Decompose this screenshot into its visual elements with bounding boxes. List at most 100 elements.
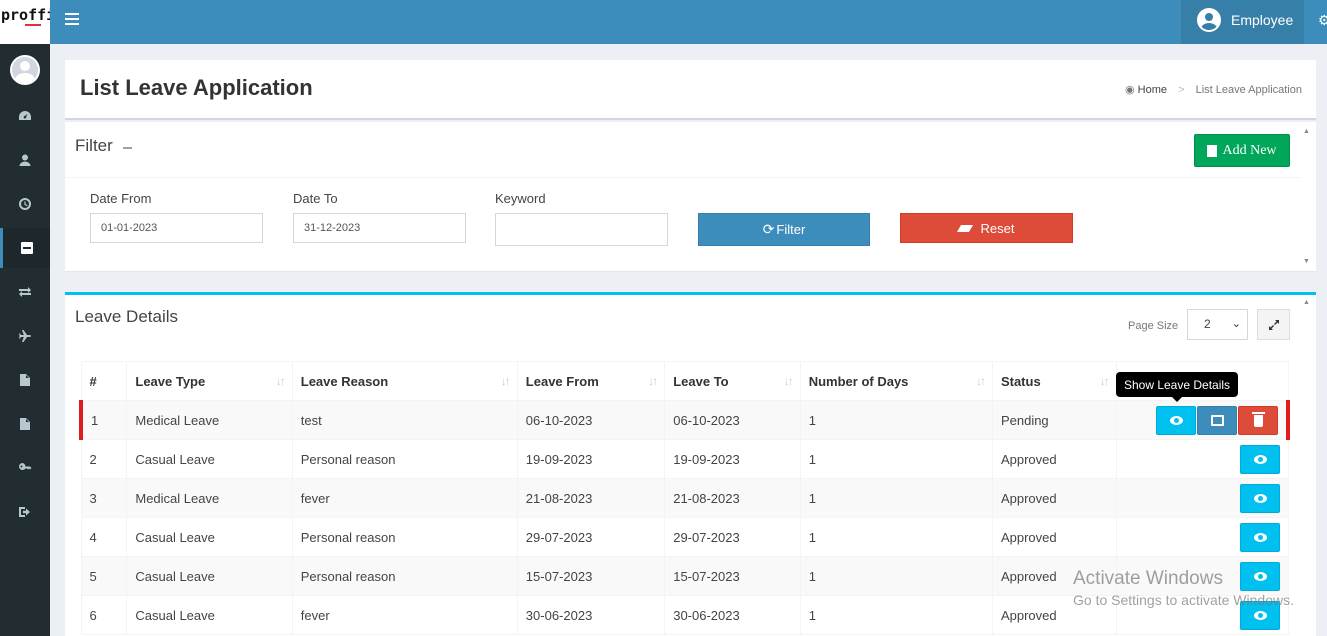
scroll-up-arrow-icon[interactable]: ▲: [1303, 128, 1313, 135]
cell-leave-reason: Personal reason: [291, 556, 518, 596]
column-header[interactable]: Leave From ↓↑: [516, 361, 666, 401]
cell-number-of-days: 1: [799, 595, 993, 635]
logo-accent: [25, 24, 41, 26]
keyword-input[interactable]: [495, 213, 668, 246]
cell-number-of-days: 1: [799, 556, 993, 596]
file-icon: [1207, 144, 1218, 157]
cell-leave-type: Casual Leave: [126, 517, 293, 557]
column-header[interactable]: Leave To ↓↑: [664, 361, 801, 401]
cell-status: Approved: [991, 439, 1117, 479]
cell-leave-reason: Personal reason: [291, 439, 518, 479]
cell-leave-type: Medical Leave: [126, 400, 293, 440]
sidebar: [0, 44, 50, 636]
edit-button[interactable]: [1197, 405, 1237, 435]
sort-icon: ↓↑: [1099, 374, 1110, 388]
gear-icon[interactable]: ⚙: [1318, 12, 1327, 29]
table-row: 5 Casual Leave Personal reason 15-07-202…: [80, 556, 1289, 596]
reset-button[interactable]: Reset: [900, 213, 1073, 243]
page-size-value: 2: [1204, 317, 1211, 331]
plane-icon: [19, 330, 31, 342]
sidebar-item-attendance[interactable]: [0, 184, 50, 224]
column-header[interactable]: #: [80, 361, 128, 401]
content-header: List Leave Application ◉ Home > List Lea…: [65, 60, 1316, 120]
view-details-button[interactable]: [1239, 483, 1280, 513]
table-row: 6 Casual Leave fever 30-06-2023 30-06-20…: [80, 595, 1289, 635]
cell-leave-from: 19-09-2023: [516, 439, 666, 479]
cell-leave-to: 30-06-2023: [664, 595, 801, 635]
page-size-label: Page Size: [1128, 320, 1179, 332]
user-avatar-icon: [1197, 8, 1221, 32]
cell-leave-from: 29-07-2023: [516, 517, 666, 557]
page-size-select[interactable]: 2 ⌄: [1187, 309, 1248, 340]
sidebar-item-transfer[interactable]: [0, 272, 50, 312]
eye-icon: [1253, 454, 1267, 464]
fullscreen-expand-button[interactable]: [1257, 309, 1290, 340]
sidebar-item-dashboard[interactable]: [0, 96, 50, 136]
cell-leave-to: 15-07-2023: [664, 556, 801, 596]
table-row: 2 Casual Leave Personal reason 19-09-202…: [80, 439, 1289, 479]
cell-number-of-days: 1: [799, 439, 993, 479]
scroll-up-arrow-icon[interactable]: ▲: [1303, 299, 1313, 306]
sidebar-item-logout[interactable]: [0, 492, 50, 532]
column-header[interactable]: Leave Reason ↓↑: [291, 361, 518, 401]
cell-leave-from: 21-08-2023: [516, 478, 666, 518]
cell-leave-reason: fever: [291, 595, 518, 635]
cell-leave-reason: fever: [291, 478, 518, 518]
breadcrumb-separator: >: [1178, 84, 1185, 96]
view-details-button[interactable]: [1239, 444, 1280, 474]
leave-details-title: Leave Details: [75, 307, 179, 326]
key-icon: [19, 463, 32, 470]
sidebar-item-documents[interactable]: [0, 360, 50, 400]
view-details-button[interactable]: [1156, 405, 1196, 435]
cell-actions: [1115, 556, 1289, 596]
cell-no: 1: [79, 400, 128, 440]
sidebar-item-leave[interactable]: [0, 228, 50, 268]
top-navbar: Employee ⚙: [50, 0, 1327, 44]
add-new-button[interactable]: Add New: [1194, 134, 1290, 167]
app-logo[interactable]: proffin: [0, 0, 50, 44]
scroll-down-arrow-icon[interactable]: ▼: [1303, 258, 1313, 265]
column-header[interactable]: Number of Days ↓↑: [799, 361, 993, 401]
add-new-label: Add New: [1222, 142, 1277, 158]
user-name: Employee: [1231, 12, 1294, 28]
eye-icon: [1170, 415, 1183, 425]
column-header[interactable]: Status ↓↑: [991, 361, 1117, 401]
view-details-button[interactable]: [1239, 561, 1280, 591]
view-details-button[interactable]: [1239, 522, 1280, 552]
breadcrumb-current: List Leave Application: [1195, 84, 1302, 96]
cell-leave-type: Medical Leave: [126, 478, 293, 518]
date-to-label: Date To: [293, 191, 338, 206]
sidebar-item-profile[interactable]: [0, 140, 50, 180]
eye-icon: [1253, 532, 1267, 542]
cell-leave-to: 29-07-2023: [664, 517, 801, 557]
cell-leave-type: Casual Leave: [126, 439, 293, 479]
eye-icon: [1253, 571, 1267, 581]
file-text-icon: [20, 418, 30, 430]
delete-button[interactable]: [1238, 405, 1278, 435]
eye-icon: [1253, 610, 1267, 620]
sidebar-item-reports[interactable]: [0, 404, 50, 444]
cell-no: 5: [80, 556, 128, 596]
filter-button[interactable]: ⟳ Filter: [698, 213, 870, 246]
table-row: 1 Medical Leave test 06-10-2023 06-10-20…: [79, 400, 1290, 440]
cell-no: 2: [80, 439, 128, 479]
sidebar-item-password[interactable]: [0, 448, 50, 488]
sidebar-item-travel[interactable]: [0, 316, 50, 356]
cell-status: Approved: [991, 595, 1117, 635]
date-from-input[interactable]: [90, 213, 263, 243]
cell-leave-to: 21-08-2023: [664, 478, 801, 518]
cell-leave-reason: test: [291, 400, 518, 440]
sort-icon: ↓↑: [648, 374, 658, 388]
view-details-button[interactable]: [1239, 600, 1280, 630]
user-menu[interactable]: Employee: [1181, 0, 1304, 44]
collapse-minus-icon[interactable]: [123, 147, 132, 149]
cell-status: Approved: [991, 517, 1117, 557]
column-header[interactable]: Leave Type ↓↑: [126, 361, 293, 401]
breadcrumb-home[interactable]: Home: [1138, 84, 1167, 96]
cell-number-of-days: 1: [799, 517, 993, 557]
date-to-input[interactable]: [293, 213, 466, 243]
cell-leave-to: 19-09-2023: [664, 439, 801, 479]
sidebar-toggle-icon[interactable]: [65, 13, 79, 25]
cell-number-of-days: 1: [799, 400, 993, 440]
cell-no: 3: [80, 478, 128, 518]
